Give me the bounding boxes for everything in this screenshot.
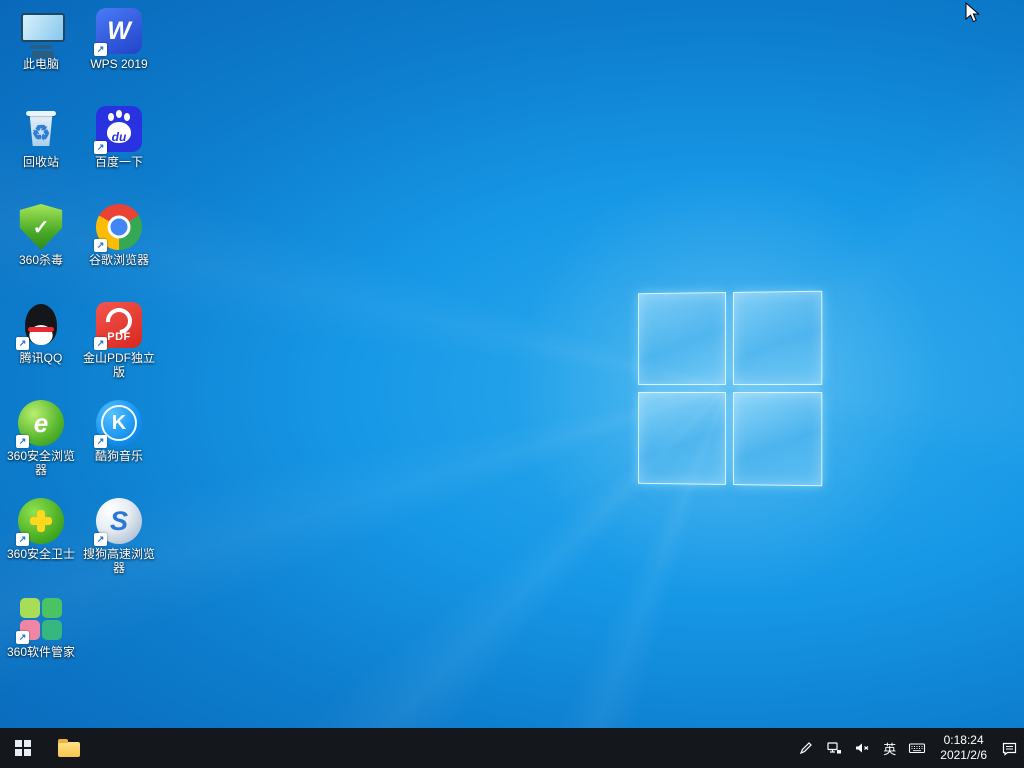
desktop-icon-recycle-bin[interactable]: ♻ 回收站	[3, 104, 79, 202]
desktop-icon-360-software-manager[interactable]: ↗ 360软件管家	[3, 594, 79, 692]
desktop-icon-label: WPS 2019	[90, 57, 147, 71]
360-safety-guard-icon: ↗	[18, 498, 64, 544]
file-explorer-button[interactable]	[46, 728, 92, 768]
desktop-icon-label: 腾讯QQ	[20, 351, 63, 365]
pen-icon	[798, 740, 814, 756]
system-tray: 英 0:18:24 2021/2/6	[792, 728, 1024, 768]
windows-start-icon	[15, 740, 31, 756]
desktop-icon-label: 360安全浏览器	[3, 449, 79, 477]
360-antivirus-icon: ✓ ↗	[18, 204, 64, 250]
shortcut-arrow-icon: ↗	[94, 141, 107, 154]
desktop-icon-google-chrome[interactable]: ↗ 谷歌浏览器	[81, 202, 157, 300]
shortcut-arrow-icon: ↗	[94, 337, 107, 350]
network-icon	[826, 740, 842, 756]
desktop-icon-label: 360软件管家	[7, 645, 75, 659]
volume-button[interactable]	[848, 728, 877, 768]
baidu-search-icon: du ↗	[96, 106, 142, 152]
shortcut-arrow-icon: ↗	[94, 435, 107, 448]
clock-time: 0:18:24	[940, 733, 987, 748]
windows-logo-pane	[732, 291, 822, 385]
shortcut-arrow-icon: ↗	[94, 43, 107, 56]
clock-date: 2021/2/6	[940, 748, 987, 763]
sogou-browser-icon: S ↗	[96, 498, 142, 544]
desktop-icon-kugou-music[interactable]: K ↗ 酷狗音乐	[81, 398, 157, 496]
start-button[interactable]	[0, 728, 46, 768]
desktop-icon-label: 金山PDF独立版	[81, 351, 157, 379]
action-center-icon	[1001, 740, 1018, 756]
shortcut-arrow-icon: ↗	[94, 533, 107, 546]
windows-logo-pane	[732, 392, 822, 486]
network-button[interactable]	[820, 728, 848, 768]
this-pc-icon	[18, 8, 64, 54]
desktop-icon-label: 百度一下	[95, 155, 143, 169]
desktop-icon-360-antivirus[interactable]: ✓ ↗ 360杀毒	[3, 202, 79, 300]
action-center-button[interactable]	[995, 728, 1024, 768]
taskbar-clock[interactable]: 0:18:24 2021/2/6	[932, 728, 995, 768]
desktop-icon-label: 此电脑	[23, 57, 59, 71]
shortcut-arrow-icon: ↗	[16, 435, 29, 448]
shortcut-arrow-icon: ↗	[16, 239, 29, 252]
volume-muted-icon	[854, 740, 871, 756]
taskbar: 英 0:18:24 2021/2/6	[0, 728, 1024, 768]
360-secure-browser-icon: e ↗	[18, 400, 64, 446]
desktop-icon-label: 360杀毒	[19, 253, 63, 267]
kingsoft-pdf-icon: PDF ↗	[96, 302, 142, 348]
desktop-icon-360-safety-guard[interactable]: ↗ 360安全卫士	[3, 496, 79, 594]
desktop-icon-baidu-search[interactable]: du ↗ 百度一下	[81, 104, 157, 202]
wps-2019-icon: W ↗	[96, 8, 142, 54]
pen-input-button[interactable]	[792, 728, 820, 768]
shortcut-arrow-icon: ↗	[16, 631, 29, 644]
tencent-qq-icon: ↗	[18, 302, 64, 348]
windows-logo-pane	[638, 292, 725, 385]
desktop-icon-this-pc[interactable]: 此电脑	[3, 6, 79, 104]
keyboard-icon	[908, 740, 926, 756]
google-chrome-icon: ↗	[96, 204, 142, 250]
recycle-bin-icon: ♻	[18, 106, 64, 152]
desktop-icon-sogou-browser[interactable]: S ↗ 搜狗高速浏览器	[81, 496, 157, 594]
desktop-icon-kingsoft-pdf[interactable]: PDF ↗ 金山PDF独立版	[81, 300, 157, 398]
ime-language-indicator[interactable]: 英	[877, 728, 902, 768]
shortcut-arrow-icon: ↗	[94, 239, 107, 252]
windows-logo-pane	[638, 392, 725, 485]
windows-logo	[638, 291, 822, 487]
shortcut-arrow-icon: ↗	[16, 533, 29, 546]
desktop-icon-grid: 此电脑 ♻ 回收站 ✓ ↗ 360杀毒 ↗ 腾讯QQ e ↗ 360安全浏览器 …	[2, 6, 158, 692]
touch-keyboard-button[interactable]	[902, 728, 932, 768]
desktop-icon-label: 搜狗高速浏览器	[81, 547, 157, 575]
desktop-icon-tencent-qq[interactable]: ↗ 腾讯QQ	[3, 300, 79, 398]
desktop-icon-360-secure-browser[interactable]: e ↗ 360安全浏览器	[3, 398, 79, 496]
desktop-icon-label: 回收站	[23, 155, 59, 169]
kugou-music-icon: K ↗	[96, 400, 142, 446]
shortcut-arrow-icon: ↗	[16, 337, 29, 350]
desktop-icon-label: 酷狗音乐	[95, 449, 143, 463]
360-software-manager-icon: ↗	[18, 596, 64, 642]
desktop-icon-label: 谷歌浏览器	[89, 253, 149, 267]
folder-icon	[58, 742, 80, 757]
desktop-icon-label: 360安全卫士	[7, 547, 75, 561]
desktop-icon-wps-2019[interactable]: W ↗ WPS 2019	[81, 6, 157, 104]
